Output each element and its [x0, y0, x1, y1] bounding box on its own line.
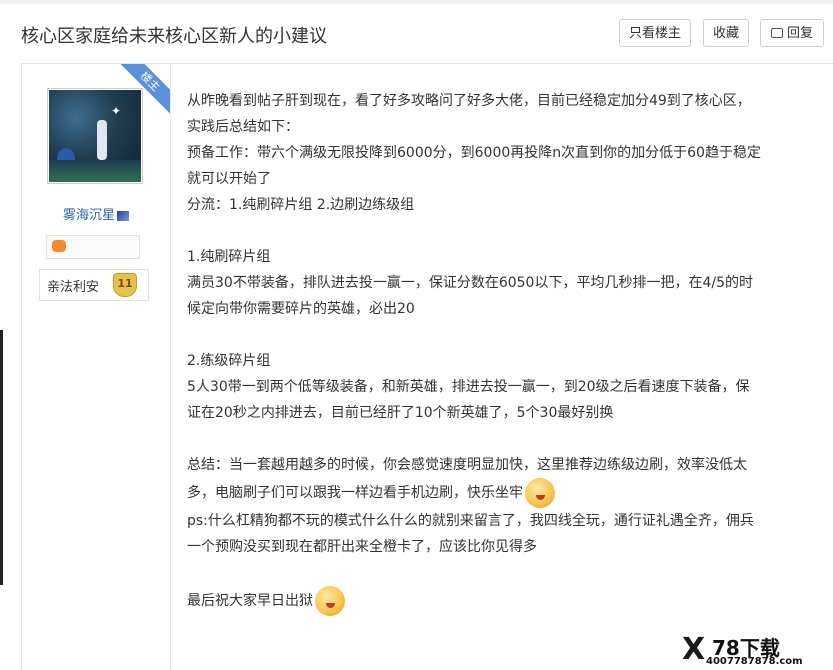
site-watermark: X 78下载 4007787878.com — [678, 630, 833, 669]
level-badge: 11 — [113, 273, 137, 297]
post-content: 从昨晚看到帖子肝到现在，看了好多攻略问了好多大佬，目前已经稳定加分49到了核心区… — [187, 88, 817, 616]
laugh-emoji-icon — [315, 586, 345, 616]
reply-icon — [770, 27, 783, 38]
thread-header: 核心区家庭给未来核心区新人的小建议 只看楼主 收藏 回复 — [0, 4, 833, 62]
author-panel: 楼主 ✦ 雾海沉星 亲法利安 11 — [22, 64, 171, 670]
post-line: 总结：当一套越用越多的时候，你会感觉速度明显加快，这里推荐边练级边刷，效率没低太 — [187, 457, 747, 473]
only-op-button[interactable]: 只看楼主 — [619, 19, 691, 47]
gamepad-icon[interactable] — [52, 240, 66, 252]
star-icon: ✦ — [111, 104, 122, 118]
medal-row — [46, 235, 140, 259]
post-line: 从昨晚看到帖子肝到现在，看了好多攻略问了好多大佬，目前已经稳定加分49到了核心区… — [187, 93, 751, 109]
thread-title: 核心区家庭给未来核心区新人的小建议 — [21, 26, 327, 47]
favorite-button[interactable]: 收藏 — [703, 19, 749, 47]
reply-label: 回复 — [786, 26, 813, 41]
post-line-text: 多，电脑刷子们可以跟我一样边看手机边刷，快乐坐牢 — [187, 485, 523, 501]
watermark-phone: 4007787878.com — [706, 656, 803, 667]
post-line: 证在20秒之内排进去，目前已经肝了10个新英雄了，5个30最好别换 — [187, 405, 614, 421]
post-line: ps:什么杠精狗都不玩的模式什么什么的就别来留言了，我四线全玩，通行证礼遇全齐，… — [187, 513, 754, 529]
post-line: 满员30不带装备，排队进去投一赢一，保证分数在6050以下，平均几秒排一把，在4… — [187, 275, 753, 291]
post-line: 1.纯刷碎片组 — [187, 249, 271, 265]
username-row: 雾海沉星 — [22, 204, 170, 223]
post-line: 最后祝大家早日出狱 — [187, 586, 817, 616]
post-line: 就可以开始了 — [187, 171, 271, 187]
post-line-text: 最后祝大家早日出狱 — [187, 593, 313, 609]
level-name: 亲法利安 — [47, 280, 100, 295]
smile-emoji-icon — [525, 478, 555, 508]
reply-button[interactable]: 回复 — [760, 19, 824, 47]
avatar-ground — [49, 160, 141, 182]
post-container: 楼主 ✦ 雾海沉星 亲法利安 11 从昨晚看到帖子肝到现在，看了好多攻略问了好多… — [21, 63, 833, 670]
watermark-logo-icon: X — [682, 632, 706, 667]
post-line: 多，电脑刷子们可以跟我一样边看手机边刷，快乐坐牢 — [187, 478, 817, 508]
post-line: 5人30带一到两个低等级装备，和新英雄，排进去投一赢一，到20级之后看速度下装备… — [187, 379, 750, 395]
post-line: 分流：1.纯刷碎片组 2.边刷边练级组 — [187, 197, 415, 213]
post-line: 实践后总结如下： — [187, 119, 299, 135]
post-line: 预备工作：带六个满级无限投降到6000分，到6000再投降n次直到你的加分低于6… — [187, 145, 761, 161]
post-line: 候定向带你需要碎片的英雄，必出20 — [187, 301, 415, 317]
username-link[interactable]: 雾海沉星 — [63, 208, 115, 223]
avatar-image: ✦ — [49, 90, 141, 182]
avatar[interactable]: ✦ — [47, 88, 143, 184]
user-level: 亲法利安 11 — [39, 269, 149, 301]
left-edge-strip — [0, 330, 3, 585]
figure-shape — [97, 120, 107, 160]
post-line: 一个预购没买到现在都肝出来全橙卡了，应该比你见得多 — [187, 539, 537, 555]
vip-icon — [117, 210, 129, 221]
post-line: 2.练级碎片组 — [187, 353, 271, 369]
